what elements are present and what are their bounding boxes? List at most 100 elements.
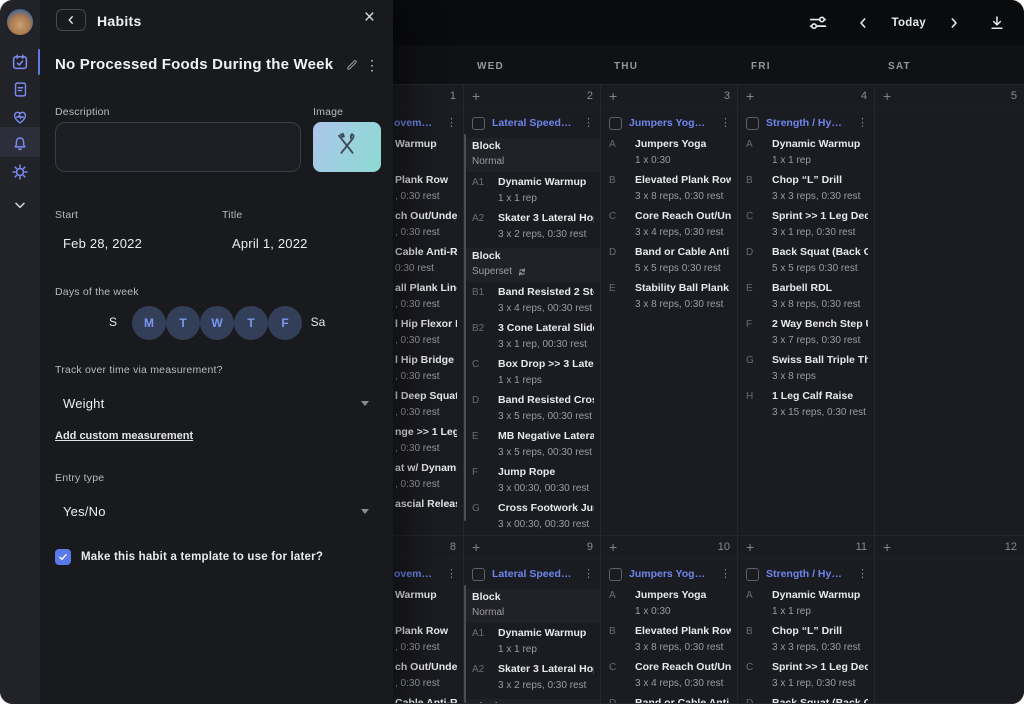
workout-menu-icon[interactable]: ⋮ [583, 569, 594, 580]
add-event-icon[interactable]: + [472, 540, 480, 554]
add-event-icon[interactable]: + [746, 89, 754, 103]
sidebar-expand-chevron[interactable] [0, 192, 40, 218]
workout-checkbox[interactable] [609, 568, 622, 581]
exercise-name[interactable]: Back Squat (Back Off Set) [772, 697, 868, 704]
exercise-name[interactable]: Dynamic Warmup [772, 589, 868, 602]
workout-checkbox[interactable] [746, 117, 759, 130]
exercise-name[interactable]: Jumpers Yoga [635, 138, 731, 151]
exercise-name[interactable]: Dynamic Warmup [498, 176, 594, 189]
exercise-name[interactable]: Jump Rope [498, 466, 594, 479]
cell-scrollbar[interactable] [464, 585, 466, 704]
day-toggle-s-0[interactable]: S [109, 315, 117, 329]
exercise-name[interactable]: Skater 3 Lateral Hops >> ... [498, 212, 594, 225]
avatar[interactable] [7, 9, 33, 35]
workout-checkbox[interactable] [472, 568, 485, 581]
day-toggle-w-3[interactable]: W [200, 306, 234, 340]
exercise-name[interactable]: MB Negative Lateral Hop... [498, 430, 594, 443]
workout-title[interactable]: Strength / Hypertro... [766, 568, 846, 580]
filter-sliders-icon[interactable] [807, 12, 829, 34]
cell-scrollbar[interactable] [464, 134, 466, 521]
exercise-name[interactable]: Box Drop >> 3 Lateral H... [498, 358, 594, 371]
download-icon[interactable] [988, 14, 1006, 32]
sidebar-item-notifications[interactable] [0, 131, 40, 157]
exercise-name[interactable]: Band or Cable Anti Rotati... [635, 246, 731, 259]
workout-menu-icon[interactable]: ⋮ [446, 118, 457, 129]
workout-checkbox[interactable] [472, 117, 485, 130]
add-custom-measurement-link[interactable]: Add custom measurement [55, 430, 193, 442]
workout-checkbox[interactable] [746, 568, 759, 581]
sidebar-item-documents[interactable] [0, 76, 40, 102]
exercise-name[interactable]: Core Reach Out/Under [635, 661, 731, 674]
measurement-select[interactable]: Weight [63, 396, 104, 411]
end-date-field[interactable]: April 1, 2022 [232, 236, 308, 251]
sidebar-item-calendar[interactable] [0, 49, 40, 75]
exercise-name[interactable]: Band Resisted 2 Step Late... [498, 286, 594, 299]
workout-menu-icon[interactable]: ⋮ [720, 118, 731, 129]
workout-menu-icon[interactable]: ⋮ [583, 118, 594, 129]
add-event-icon[interactable]: + [883, 540, 891, 554]
back-button[interactable] [56, 9, 86, 31]
next-week-icon[interactable] [946, 15, 962, 31]
exercise-name[interactable]: 1 Leg Calf Raise [772, 390, 868, 403]
exercise-name[interactable]: Elevated Plank Row [635, 174, 731, 187]
description-input[interactable] [55, 122, 301, 172]
exercise-name[interactable]: Skater 3 Lateral Hops >> ... [498, 663, 594, 676]
workout-title[interactable]: Lateral Speed / Plyo [492, 568, 572, 580]
workout-menu-icon[interactable]: ⋮ [857, 569, 868, 580]
chevron-down-icon[interactable] [361, 509, 369, 514]
exercise-name[interactable]: Band or Cable Anti Rotati... [635, 697, 731, 704]
workout-title[interactable]: Lateral Speed / Plyo [492, 117, 572, 129]
workout-title[interactable]: Strength / Hypertro... [766, 117, 846, 129]
day-toggle-sa-6[interactable]: Sa [311, 315, 326, 329]
day-number: 5 [1011, 90, 1017, 102]
today-button[interactable]: Today [891, 17, 926, 29]
chevron-down-icon[interactable] [361, 401, 369, 406]
exercise-name[interactable]: Chop “L” Drill [772, 625, 868, 638]
add-event-icon[interactable]: + [609, 540, 617, 554]
exercise-name[interactable]: Dynamic Warmup [498, 627, 594, 640]
template-checkbox[interactable] [55, 549, 71, 565]
add-event-icon[interactable]: + [472, 89, 480, 103]
exercise-name[interactable]: Core Reach Out/Under [635, 210, 731, 223]
exercise-name[interactable]: Stability Ball Plank Linear ... [635, 282, 731, 295]
exercise-name[interactable]: Elevated Plank Row [635, 625, 731, 638]
sidebar-item-health[interactable] [0, 104, 40, 130]
exercise-name[interactable]: Sprint >> 1 Leg Declarations [772, 210, 868, 223]
exercise-name[interactable]: Back Squat (Back Off Set) [772, 246, 868, 259]
exercise-name[interactable]: Dynamic Warmup [772, 138, 868, 151]
exercise-name[interactable]: 2 Way Bench Step Up [772, 318, 868, 331]
workout-menu-icon[interactable]: ⋮ [720, 569, 731, 580]
day-toggle-m-1[interactable]: M [132, 306, 166, 340]
exercise-name[interactable]: Chop “L” Drill [772, 174, 868, 187]
workout-checkbox[interactable] [609, 117, 622, 130]
workout-title-fragment[interactable]: ovement Q... [394, 568, 435, 580]
start-date-field[interactable]: Feb 28, 2022 [63, 236, 142, 251]
day-toggle-t-4[interactable]: T [234, 306, 268, 340]
workout-title[interactable]: Jumpers Yoga / Core [629, 117, 709, 129]
workout-title-fragment[interactable]: ovement Q... [394, 117, 435, 129]
exercise-name[interactable]: Cross Footwork Jump Rope [498, 502, 594, 515]
exercise-name[interactable]: Swiss Ball Triple Threat [772, 354, 868, 367]
exercise-name[interactable]: Sprint >> 1 Leg Declarations [772, 661, 868, 674]
exercise-name[interactable]: 3 Cone Lateral Slide [498, 322, 594, 335]
exercise-name[interactable]: Jumpers Yoga [635, 589, 731, 602]
add-event-icon[interactable]: + [746, 540, 754, 554]
habit-image-tile[interactable] [313, 122, 381, 172]
edit-icon[interactable] [345, 58, 359, 72]
exercise-name[interactable]: Band Resisted Crossover... [498, 394, 594, 407]
day-toggle-t-2[interactable]: T [166, 306, 200, 340]
sidebar-item-settings[interactable] [0, 159, 40, 185]
exercise-row: DBand or Cable Anti Rotati...5 x 5 reps … [609, 697, 731, 704]
entry-type-select[interactable]: Yes/No [63, 504, 106, 519]
add-event-icon[interactable]: + [883, 89, 891, 103]
add-event-icon[interactable]: + [609, 89, 617, 103]
prev-week-icon[interactable] [855, 15, 871, 31]
close-icon[interactable]: × [364, 8, 375, 27]
workout-menu-icon[interactable]: ⋮ [446, 569, 457, 580]
workout-title[interactable]: Jumpers Yoga / Core [629, 568, 709, 580]
workout-menu-icon[interactable]: ⋮ [857, 118, 868, 129]
exercise-name[interactable]: Barbell RDL [772, 282, 868, 295]
habit-menu-icon[interactable]: ⋮ [365, 58, 379, 72]
exercise-detail: 3 x 8 reps, 0:30 rest [635, 190, 731, 203]
day-toggle-f-5[interactable]: F [268, 306, 302, 340]
